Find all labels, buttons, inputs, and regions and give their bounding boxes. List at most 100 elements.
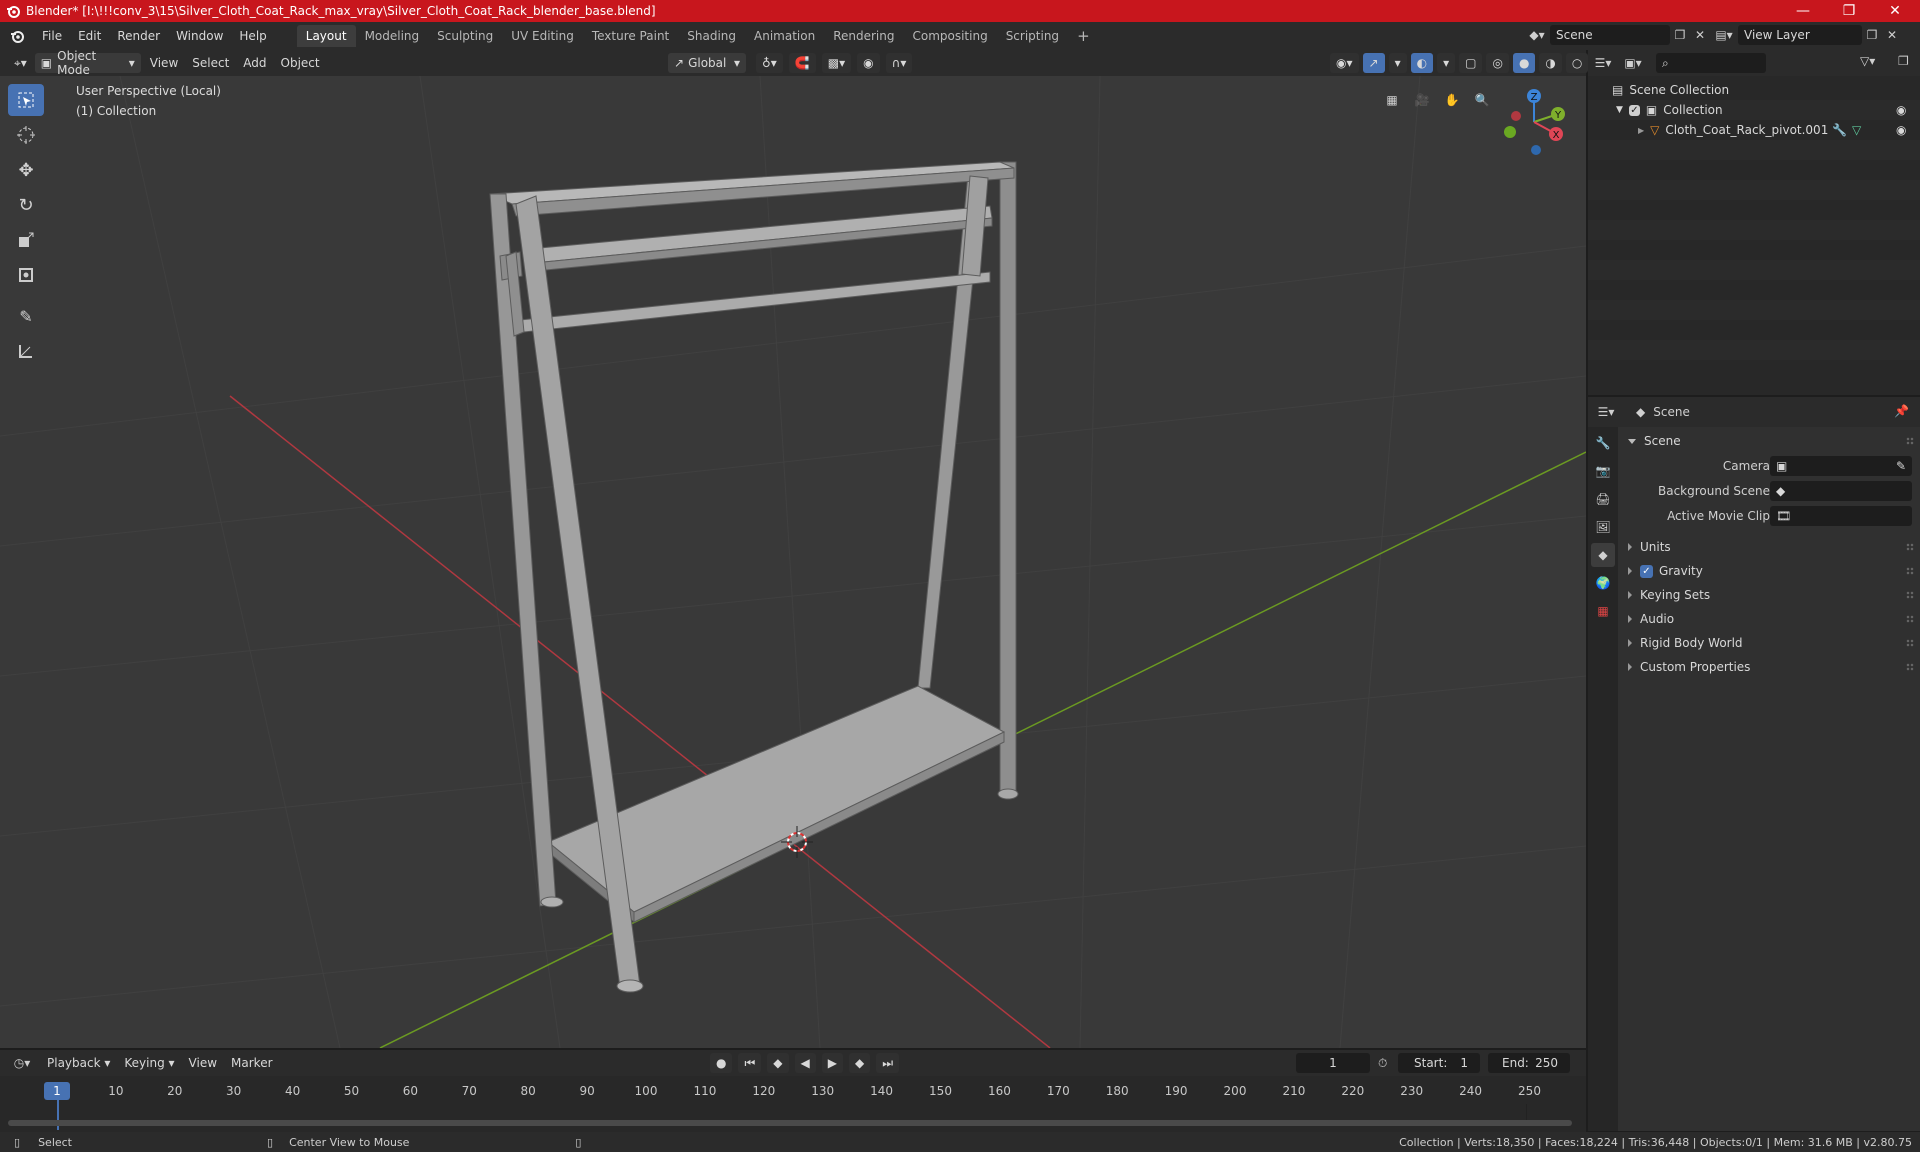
pin-icon[interactable]: 📌	[1894, 404, 1909, 418]
stopwatch-icon[interactable]: ⏱	[1378, 1056, 1387, 1071]
viewport-menu-add[interactable]: Add	[236, 56, 273, 70]
scene-selector-icon[interactable]: ◆▾	[1524, 28, 1550, 42]
outliner-row-object[interactable]: ▶ ▽ Cloth_Coat_Rack_pivot.001 🔧 ▽ ◉	[1588, 120, 1920, 140]
panel-rigid-body-world[interactable]: Rigid Body World	[1618, 631, 1920, 655]
scene-name-field[interactable]: Scene	[1550, 25, 1670, 45]
gizmo-toggle-icon[interactable]: ↗	[1362, 53, 1385, 73]
eye-icon[interactable]: ◉	[1896, 123, 1906, 137]
tab-scripting[interactable]: Scripting	[997, 25, 1068, 47]
tab-layout[interactable]: Layout	[296, 25, 356, 47]
toggle-ortho-icon[interactable]: ▦	[1380, 88, 1404, 112]
rendered-shading-icon[interactable]: ○	[1565, 53, 1589, 73]
minimize-button[interactable]: —	[1780, 0, 1826, 22]
eye-icon[interactable]: ◉	[1896, 103, 1906, 117]
tab-compositing[interactable]: Compositing	[903, 25, 996, 47]
view-layer-selector-icon[interactable]: ▤▾	[1710, 28, 1738, 42]
play-reverse-icon[interactable]: ◀	[794, 1053, 816, 1073]
new-scene-icon[interactable]: ❐	[1670, 28, 1690, 42]
drag-handle-icon[interactable]	[1906, 567, 1914, 575]
falloff-icon[interactable]: ∩▾	[885, 53, 913, 73]
drag-handle-icon[interactable]	[1906, 663, 1914, 671]
timeline-menu-keying[interactable]: Keying ▾	[117, 1056, 181, 1070]
overlay-toggle-icon[interactable]: ◐	[1410, 53, 1434, 73]
xray-toggle-icon[interactable]: ▢	[1459, 53, 1483, 73]
view-layer-tab-icon[interactable]: 🖼	[1591, 515, 1615, 539]
panel-audio[interactable]: Audio	[1618, 607, 1920, 631]
tab-sculpting[interactable]: Sculpting	[428, 25, 502, 47]
tab-rendering[interactable]: Rendering	[824, 25, 903, 47]
tab-animation[interactable]: Animation	[745, 25, 824, 47]
timeline-menu-view[interactable]: View	[182, 1056, 224, 1070]
camera-field[interactable]: ▣ ✎	[1770, 456, 1912, 476]
menu-edit[interactable]: Edit	[70, 25, 109, 47]
menu-render[interactable]: Render	[109, 25, 168, 47]
filter-icon[interactable]: ▽▾	[1860, 54, 1875, 68]
active-movie-clip-field[interactable]: 🎞	[1770, 506, 1912, 526]
viewport-menu-object[interactable]: Object	[274, 56, 327, 70]
delete-scene-icon[interactable]: ✕	[1690, 28, 1710, 42]
snap-target-icon[interactable]: ▩▾	[821, 53, 852, 73]
properties-editor-type-icon[interactable]: ☰▾	[1588, 405, 1624, 419]
panel-gravity[interactable]: ✓ Gravity	[1618, 559, 1920, 583]
mesh-data-icon[interactable]: ▽	[1852, 123, 1861, 137]
eyedropper-icon[interactable]: ✎	[1896, 459, 1906, 473]
visibility-icon[interactable]: ◉▾	[1330, 53, 1359, 73]
output-tab-icon[interactable]: 🖨	[1591, 487, 1615, 511]
editor-type-icon[interactable]: ⌖▾	[8, 53, 33, 73]
tab-shading[interactable]: Shading	[678, 25, 745, 47]
render-tab-icon[interactable]: 📷	[1591, 459, 1615, 483]
tab-uv-editing[interactable]: UV Editing	[502, 25, 583, 47]
drag-handle-icon[interactable]	[1906, 591, 1914, 599]
jump-end-icon[interactable]: ⏭	[876, 1053, 900, 1073]
panel-keying-sets[interactable]: Keying Sets	[1618, 583, 1920, 607]
viewport-menu-view[interactable]: View	[143, 56, 185, 70]
expand-arrow-icon[interactable]: ▼	[1616, 105, 1623, 115]
close-window-button[interactable]: ✕	[1872, 0, 1918, 22]
start-frame-field[interactable]: Start: 1	[1398, 1053, 1480, 1073]
drag-handle-icon[interactable]	[1906, 543, 1914, 551]
cursor-tool-icon[interactable]	[8, 119, 44, 151]
end-frame-field[interactable]: End: 250	[1488, 1053, 1570, 1073]
zoom-view-icon[interactable]: 🔍	[1470, 88, 1494, 112]
rotate-tool-icon[interactable]: ↻	[8, 189, 44, 221]
annotate-tool-icon[interactable]: ✎	[8, 300, 44, 332]
texture-tab-icon[interactable]: ▦	[1591, 599, 1615, 623]
maximize-button[interactable]: ❐	[1826, 0, 1872, 22]
3d-viewport[interactable]: User Perspective (Local) (1) Collection …	[0, 76, 1586, 1048]
gizmo-dropdown-icon[interactable]: ▾	[1388, 53, 1407, 73]
solid-shading-icon[interactable]: ●	[1512, 53, 1536, 73]
expand-arrow-icon[interactable]: ▶	[1638, 126, 1644, 135]
add-workspace-icon[interactable]: +	[1068, 25, 1099, 47]
outliner-search-input[interactable]: ⌕	[1656, 53, 1766, 73]
collection-checkbox[interactable]: ✓	[1628, 104, 1640, 116]
scene-tab-icon[interactable]: ◆	[1591, 543, 1615, 567]
pivot-point-icon[interactable]: ♁▾	[756, 53, 783, 73]
timeline-menu-marker[interactable]: Marker	[224, 1056, 279, 1070]
material-shading-icon[interactable]: ◑	[1539, 53, 1562, 73]
drag-handle-icon[interactable]	[1906, 615, 1914, 623]
viewport-scene[interactable]	[0, 76, 1586, 1048]
background-scene-field[interactable]: ◆	[1770, 481, 1912, 501]
current-frame-field[interactable]: 1	[1296, 1053, 1370, 1073]
outliner-editor-type-icon[interactable]: ☰▾	[1588, 56, 1618, 70]
snap-icon[interactable]: 🧲	[788, 53, 816, 73]
viewport-menu-select[interactable]: Select	[185, 56, 236, 70]
gravity-checkbox[interactable]: ✓	[1640, 564, 1653, 578]
transform-tool-icon[interactable]	[8, 259, 44, 291]
panel-units[interactable]: Units	[1618, 535, 1920, 559]
play-icon[interactable]: ▶	[821, 1053, 843, 1073]
measure-tool-icon[interactable]	[8, 335, 44, 367]
new-collection-icon[interactable]: ❐	[1898, 54, 1909, 68]
blender-menu-icon[interactable]	[0, 29, 34, 43]
outliner-row-collection[interactable]: ▼ ✓ ▣ Collection ◉	[1588, 100, 1920, 120]
timeline-menu-playback[interactable]: Playback ▾	[40, 1056, 117, 1070]
drag-handle-icon[interactable]	[1906, 437, 1914, 445]
jump-start-icon[interactable]: ⏮	[738, 1053, 762, 1073]
menu-help[interactable]: Help	[231, 25, 274, 47]
timeline-track[interactable]: 1 10 20 30 40 50 60 70 80 90 100 110 120 130 140 150 160…	[0, 1076, 1586, 1132]
world-tab-icon[interactable]: 🌍	[1591, 571, 1615, 595]
wireframe-shading-icon[interactable]: ◎	[1486, 53, 1509, 73]
tool-tab-icon[interactable]: 🔧	[1591, 431, 1615, 455]
select-box-tool-icon[interactable]	[8, 84, 44, 116]
move-tool-icon[interactable]: ✥	[8, 154, 44, 186]
